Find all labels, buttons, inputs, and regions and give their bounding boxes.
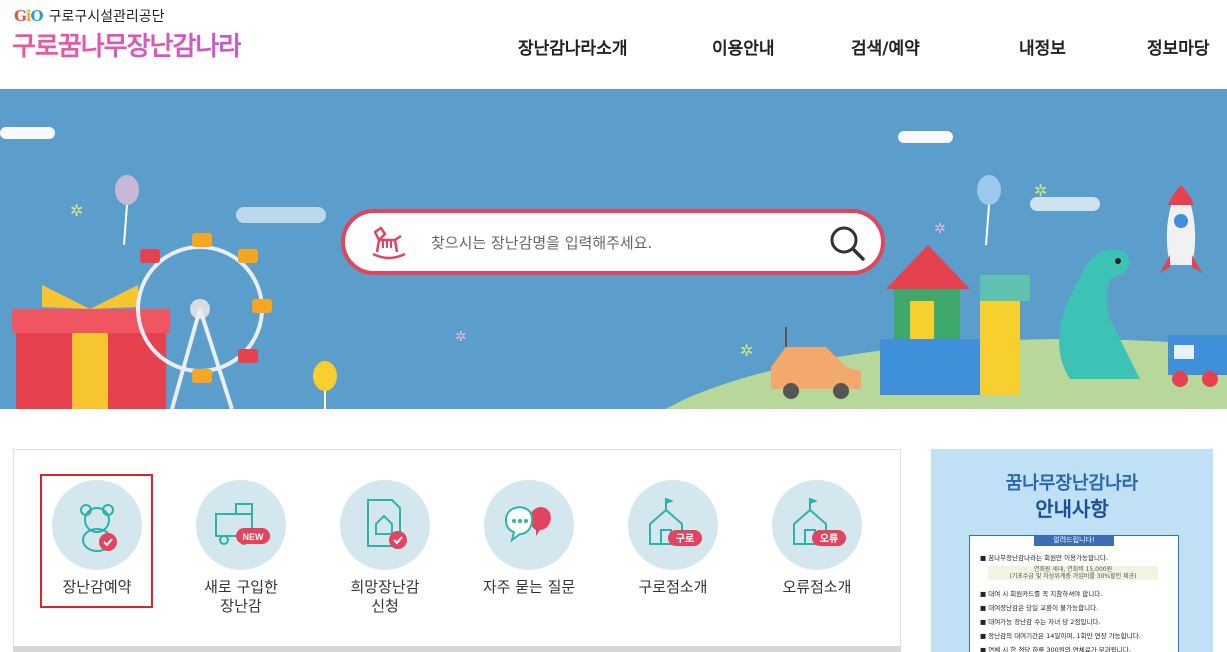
toy-train-new-icon: NEW (196, 480, 286, 570)
flower-decoration-icon: ✲ (934, 221, 946, 237)
menu-label: 장난감예약 (62, 578, 132, 596)
ferris-wheel-illustration (136, 233, 272, 409)
menu-label: 자주 묻는 질문 (482, 578, 576, 596)
balloon-illustration (115, 175, 139, 245)
nav-item-info-board[interactable]: 정보마당 (1147, 34, 1210, 59)
notice-fee-note: (기초수급 및 차상위계층 가입비를 30%할인 제공) (1009, 573, 1137, 580)
notice-line: ■ 대여가능 장난감 수는 자녀 당 2점입니다. (980, 618, 1101, 626)
chat-bubbles-icon (484, 480, 574, 570)
search-input[interactable] (429, 231, 813, 255)
notice-fee-box: 연회원 세대, 연회비 15,000원 (기초수급 및 차상위계층 가입비를 3… (988, 566, 1158, 580)
gio-logo: GiO (14, 7, 44, 25)
notice-title: 꿈나무장난감나라 (1005, 473, 1139, 494)
menu-toy-request[interactable]: 희망장난감 신청 (325, 480, 445, 616)
nav-item-intro[interactable]: 장난감나라소개 (518, 34, 627, 59)
flower-decoration-icon: ✲ (455, 329, 467, 345)
menu-label: 구로점소개 (638, 578, 708, 596)
rocking-horse-icon (372, 226, 406, 260)
notice-subtitle: 안내사항 (1035, 497, 1109, 521)
notice-line: ■ 연체 시 한 점당 하루 300원의 연체료가 부과됩니다. (980, 646, 1131, 652)
notice-box: 알려드립니다! ■ 꿈나무장난감나라는 회원만 이용가능합니다. 연회원 세대,… (969, 535, 1179, 652)
quick-menu-panel: 장난감예약 NEW 새로 구입한 장난감 희망장난감 신청 자주 묻는 질문 구… (13, 449, 901, 652)
notice-line: ■ 대여장난감은 당일 교환이 불가능합니다. (980, 604, 1099, 612)
new-badge: NEW (243, 532, 265, 542)
org-name: 구로구시설관리공단 (48, 9, 165, 25)
menu-guro-branch[interactable]: 구로 구로점소개 (613, 480, 733, 597)
nav-item-search-reserve[interactable]: 검색/예약 (851, 34, 920, 59)
site-header: GiO 구로구시설관리공단 구로꿈나무장난감나라 장난감나라소개 이용안내 검색… (0, 0, 1227, 89)
main-nav: 장난감나라소개 이용안내 검색/예약 내정보 정보마당 (0, 34, 1227, 60)
menu-label: 새로 구입한 장난감 (204, 578, 278, 615)
cloud-illustration (236, 207, 326, 223)
flower-decoration-icon: ✲ (740, 341, 754, 360)
notice-banner[interactable]: 꿈나무장난감나라 안내사항 알려드립니다! ■ 꿈나무장난감나라는 회원만 이용… (931, 449, 1213, 652)
toy-search-bar (341, 209, 885, 275)
nav-item-my-info[interactable]: 내정보 (1019, 34, 1066, 59)
teddy-bear-check-icon (52, 480, 142, 570)
notice-box-header: 알려드립니다! (1034, 535, 1114, 546)
flower-decoration-icon: ✲ (70, 201, 84, 220)
balloon-illustration (977, 175, 1001, 245)
cloud-illustration (898, 131, 953, 143)
org-logo-area[interactable]: GiO 구로구시설관리공단 (14, 6, 165, 26)
panel-bottom-strip (13, 646, 901, 652)
search-icon[interactable] (827, 223, 867, 263)
balloon-illustration (313, 361, 337, 409)
cloud-illustration (0, 127, 55, 139)
flower-decoration-icon: ✲ (1034, 181, 1048, 200)
nav-item-guide[interactable]: 이용안내 (712, 34, 775, 59)
notice-fee-line: 연회원 세대, 연회비 15,000원 (1033, 566, 1113, 573)
menu-oryu-branch[interactable]: 오류 오류점소개 (757, 480, 877, 597)
notice-line: ■ 장난감의 대여기간은 14일이며, 1회만 연장 가능합니다. (980, 632, 1141, 640)
notice-line: ■ 꿈나무장난감나라는 회원만 이용가능합니다. (980, 554, 1109, 562)
oryu-badge: 오류 (820, 533, 838, 545)
building-guro-icon: 구로 (628, 480, 718, 570)
building-oryu-icon: 오류 (772, 480, 862, 570)
menu-label: 희망장난감 신청 (350, 578, 420, 615)
rocket-illustration (1160, 185, 1202, 273)
document-house-check-icon (340, 480, 430, 570)
toy-car-illustration (771, 327, 861, 399)
menu-toy-reservation[interactable]: 장난감예약 (37, 480, 157, 597)
menu-new-toys[interactable]: NEW 새로 구입한 장난감 (181, 480, 301, 616)
toy-train-illustration (1168, 335, 1227, 387)
hero-banner: ✲ ✲ ✲ ✲ ✲ (0, 89, 1227, 409)
menu-faq[interactable]: 자주 묻는 질문 (469, 480, 589, 597)
guro-badge: 구로 (676, 533, 694, 545)
notice-line: ■ 대여 시 회원카드를 꼭 지참하셔야 합니다. (980, 590, 1103, 598)
dinosaur-illustration (1059, 249, 1140, 379)
menu-label: 오류점소개 (782, 578, 852, 596)
